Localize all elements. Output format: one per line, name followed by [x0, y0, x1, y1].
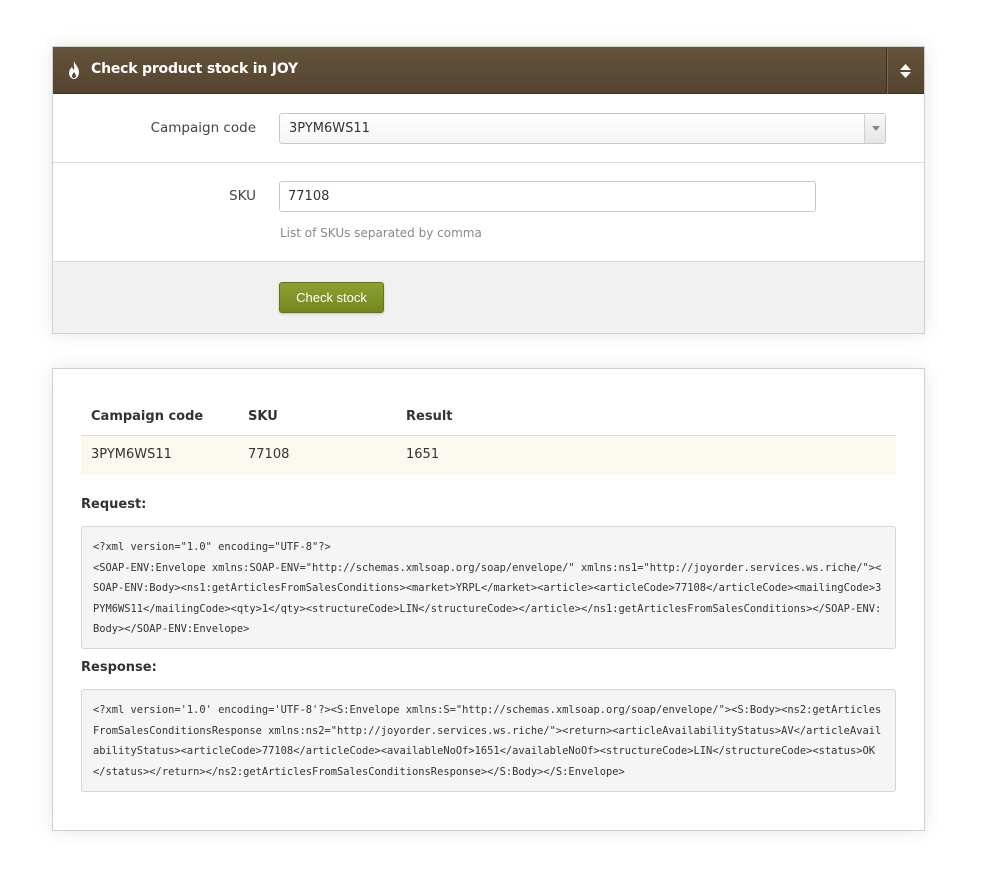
results-panel: Campaign code SKU Result 3PYM6WS11 77108…	[52, 368, 925, 831]
campaign-select[interactable]: 3PYM6WS11	[279, 113, 886, 144]
cell-sku: 77108	[248, 447, 290, 462]
cell-result: 1651	[406, 447, 440, 462]
actions-row: Check stock	[53, 262, 924, 333]
campaign-select-value: 3PYM6WS11	[289, 121, 370, 136]
select-arrow-box[interactable]	[864, 114, 885, 143]
column-header-sku: SKU	[248, 409, 278, 424]
campaign-row: Campaign code 3PYM6WS11	[53, 94, 924, 163]
column-header-campaign: Campaign code	[91, 409, 204, 424]
table-header: Campaign code SKU Result	[81, 397, 896, 436]
panel-title: Check product stock in JOY	[91, 61, 298, 77]
sku-label: SKU	[229, 188, 256, 204]
sku-row: SKU List of SKUs separated by comma	[53, 163, 924, 262]
column-header-result: Result	[406, 409, 453, 424]
sku-hint: List of SKUs separated by comma	[280, 226, 482, 240]
cell-campaign: 3PYM6WS11	[91, 447, 172, 462]
stock-check-panel: Check product stock in JOY Campaign code…	[52, 46, 925, 334]
response-title: Response:	[81, 660, 157, 675]
flame-icon	[69, 61, 79, 79]
results-table: Campaign code SKU Result 3PYM6WS11 77108…	[81, 397, 896, 475]
header-divider	[886, 47, 887, 94]
table-row: 3PYM6WS11 77108 1651	[81, 436, 896, 475]
sku-input[interactable]	[279, 181, 816, 212]
request-title: Request:	[81, 497, 147, 512]
campaign-label: Campaign code	[150, 120, 256, 136]
sort-toggle-icon[interactable]	[899, 63, 912, 79]
chevron-down-icon	[872, 126, 880, 131]
request-code-block: <?xml version="1.0" encoding="UTF-8"?> <…	[81, 526, 896, 649]
check-stock-button[interactable]: Check stock	[279, 282, 384, 313]
response-code-block: <?xml version='1.0' encoding='UTF-8'?><S…	[81, 689, 896, 792]
panel-header: Check product stock in JOY	[53, 47, 924, 94]
